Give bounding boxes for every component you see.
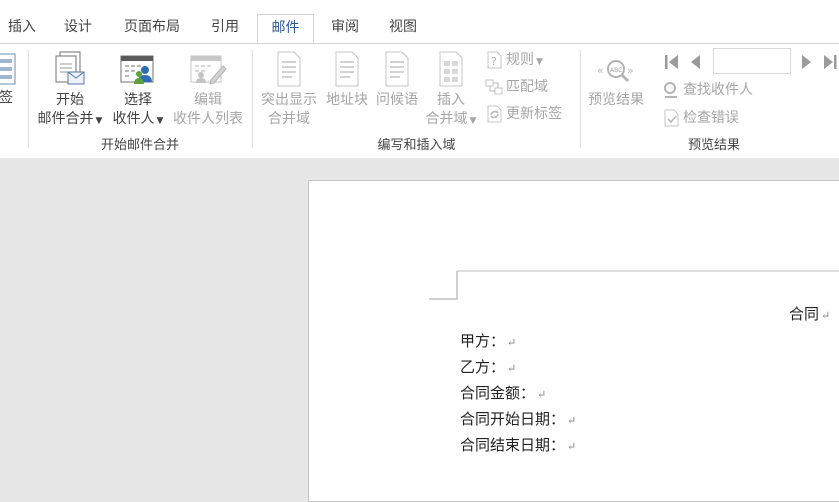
svg-text:«: « xyxy=(597,64,604,77)
svg-text:ABC: ABC xyxy=(610,67,622,74)
paragraph-mark-icon: ↵ xyxy=(567,440,577,453)
highlight-fields-icon xyxy=(277,51,301,87)
find-recipient-icon xyxy=(664,82,677,98)
highlight-merge-fields-button[interactable]: 突出显示 合并域 xyxy=(256,50,322,129)
party-a-line: 甲方： ↵ xyxy=(460,332,517,350)
svg-text:»: » xyxy=(627,64,634,77)
select-recipients-line2: 收件人 xyxy=(112,111,155,127)
labels-icon xyxy=(0,53,16,85)
greeting-line-button[interactable]: 问候语 xyxy=(372,50,422,110)
dropdown-caret-icon: ▼ xyxy=(469,116,477,126)
preview-results-group-label: 预览结果 xyxy=(687,138,740,153)
rules-label: 规则 xyxy=(506,52,534,68)
record-number-input[interactable] xyxy=(713,48,791,74)
check-errors-label: 检查错误 xyxy=(683,110,739,126)
last-record-icon[interactable] xyxy=(820,53,839,71)
select-recipients-button[interactable]: 选择 收件人 ▼ xyxy=(107,50,169,131)
first-record-icon[interactable] xyxy=(662,53,682,71)
start-mail-merge-group-label: 开始邮件合并 xyxy=(100,138,179,153)
ribbon-panel: 签 开始 邮件合并 ▼ 选择 收件人 ▼ 编辑 收件人列表 开始邮件合并 突出显… xyxy=(0,43,839,159)
document-page[interactable]: 合同 ↵ 甲方： ↵ 乙方： ↵ 合同金额： ↵ 合同开始日期： ↵ 合同结束日期： ↵ xyxy=(308,180,839,502)
check-errors-button[interactable]: 检查错误 xyxy=(662,107,739,129)
match-fields-icon xyxy=(485,79,503,95)
match-fields-label: 匹配域 xyxy=(506,79,548,95)
paragraph-mark-icon: ↵ xyxy=(507,362,517,375)
select-recipients-icon xyxy=(120,55,154,84)
insert-merge-field-line2: 合并域 xyxy=(425,111,468,127)
start-mail-merge-line1: 开始 xyxy=(56,92,84,108)
group-separator xyxy=(580,50,581,148)
tab-view[interactable]: 视图 xyxy=(380,14,426,43)
find-recipient-label: 查找收件人 xyxy=(683,82,753,98)
ribbon-tabs: 插入 设计 页面布局 引用 邮件 审阅 视图 xyxy=(0,0,839,44)
preview-abc-icon: « ABC » xyxy=(597,60,634,83)
highlight-fields-line2: 合并域 xyxy=(268,111,310,127)
tab-layout[interactable]: 页面布局 xyxy=(115,14,189,43)
contract-start-date-line: 合同开始日期： ↵ xyxy=(460,410,577,428)
tab-insert[interactable]: 插入 xyxy=(2,14,42,43)
write-insert-group-label: 编写和插入域 xyxy=(377,138,456,153)
dropdown-caret-icon: ▼ xyxy=(536,57,543,67)
insert-merge-field-icon xyxy=(439,51,463,87)
preview-results-label: 预览结果 xyxy=(588,92,644,108)
address-block-label: 地址块 xyxy=(326,92,368,108)
start-mail-merge-button[interactable]: 开始 邮件合并 ▼ xyxy=(33,50,107,131)
address-block-button[interactable]: 地址块 xyxy=(322,50,372,110)
preview-results-button[interactable]: « ABC » 预览结果 xyxy=(584,50,648,110)
paragraph-mark-icon: ↵ xyxy=(537,388,547,401)
dropdown-caret-icon: ▼ xyxy=(156,116,164,126)
highlight-fields-line1: 突出显示 xyxy=(261,92,317,108)
select-recipients-line1: 选择 xyxy=(124,92,152,108)
check-errors-icon xyxy=(664,109,679,127)
document-title-partial: 合同 ↵ xyxy=(789,305,831,323)
labels-label: 签 xyxy=(0,90,13,106)
greeting-line-icon xyxy=(385,51,409,87)
tab-design[interactable]: 设计 xyxy=(57,14,99,43)
match-fields-button[interactable]: 匹配域 xyxy=(485,76,548,98)
edit-recipient-list-icon xyxy=(190,55,227,85)
address-block-icon xyxy=(335,51,359,87)
start-mail-merge-line2: 邮件合并 xyxy=(37,111,94,127)
dropdown-caret-icon: ▼ xyxy=(95,116,103,126)
margin-crop-marks xyxy=(429,270,839,300)
paragraph-mark-icon: ↵ xyxy=(507,336,517,349)
contract-amount-line: 合同金额： ↵ xyxy=(460,384,547,402)
tab-review[interactable]: 审阅 xyxy=(324,14,366,43)
insert-merge-field-button[interactable]: 插入 合并域 ▼ xyxy=(422,50,480,131)
contract-end-date-line: 合同结束日期： ↵ xyxy=(460,436,577,454)
labels-button[interactable]: 签 xyxy=(0,52,18,108)
svg-text:?: ? xyxy=(491,55,497,68)
group-separator xyxy=(252,50,253,148)
rules-button[interactable]: ? 规则 ▼ xyxy=(485,49,543,71)
insert-merge-field-line1: 插入 xyxy=(437,92,465,108)
mail-merge-document-icon xyxy=(55,51,85,85)
edit-recipient-list-line2: 收件人列表 xyxy=(173,111,243,127)
tab-mailings[interactable]: 邮件 xyxy=(257,14,314,43)
edit-recipient-list-button[interactable]: 编辑 收件人列表 xyxy=(168,50,248,129)
update-labels-button[interactable]: 更新标签 xyxy=(485,103,562,125)
greeting-line-label: 问候语 xyxy=(376,92,418,108)
update-labels-label: 更新标签 xyxy=(506,106,562,122)
previous-record-icon[interactable] xyxy=(688,53,704,71)
rules-icon: ? xyxy=(487,51,502,69)
party-b-line: 乙方： ↵ xyxy=(460,358,517,376)
paragraph-mark-icon: ↵ xyxy=(567,414,577,427)
tab-references[interactable]: 引用 xyxy=(203,14,247,43)
paragraph-mark-icon: ↵ xyxy=(821,309,831,322)
edit-recipient-list-line1: 编辑 xyxy=(194,92,222,108)
document-area: 合同 ↵ 甲方： ↵ 乙方： ↵ 合同金额： ↵ 合同开始日期： ↵ 合同结束日期： ↵ xyxy=(0,158,839,502)
next-record-icon[interactable] xyxy=(798,53,814,71)
find-recipient-button[interactable]: 查找收件人 xyxy=(662,79,753,101)
group-separator xyxy=(28,50,29,148)
update-labels-icon xyxy=(487,105,502,123)
